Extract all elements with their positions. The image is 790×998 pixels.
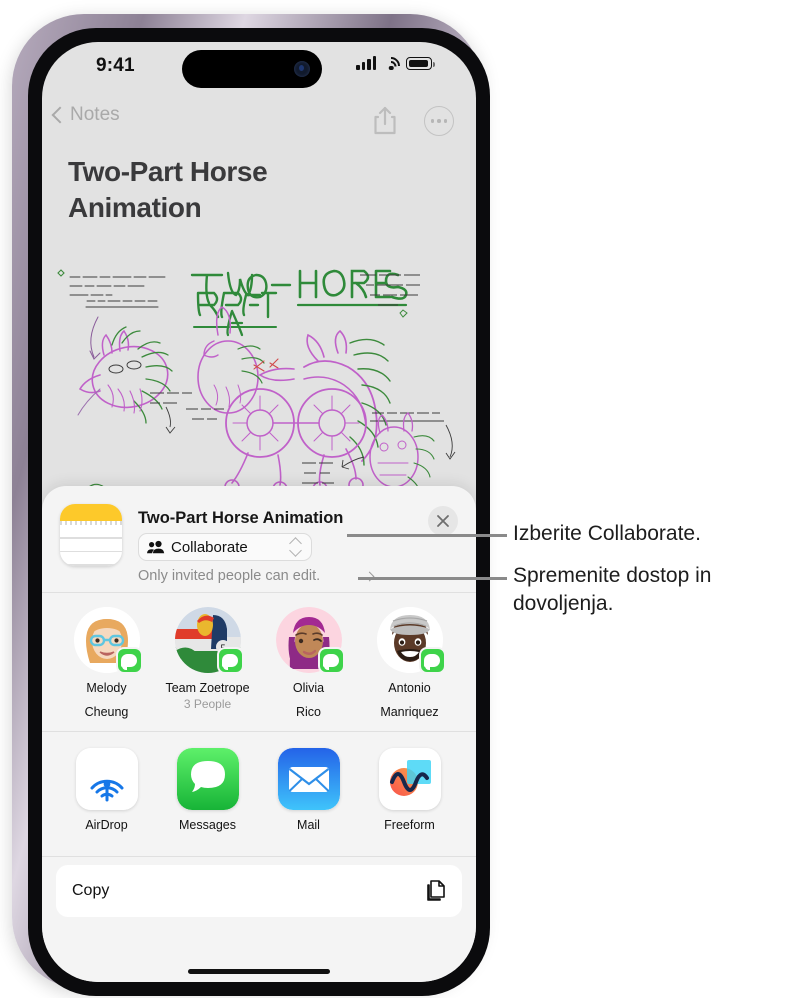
share-icon[interactable] [370, 104, 400, 138]
contact-item[interactable]: Olivia Rico [258, 607, 359, 731]
status-bar-indicators [356, 53, 435, 79]
close-button[interactable] [428, 506, 458, 536]
dynamic-island [182, 50, 322, 88]
contact-suggestions-row[interactable]: Melody Cheung Team Zoetrope 3 People Oli… [42, 593, 476, 731]
copy-label: Copy [72, 882, 110, 899]
permission-text[interactable]: Only invited people can edit. [138, 568, 320, 584]
contact-item[interactable]: Melody Cheung [56, 607, 157, 731]
signal-bars-icon [356, 56, 376, 70]
callout-text-1: Izberite Collaborate. [513, 522, 701, 545]
copy-icon [424, 879, 446, 903]
mail-icon [277, 748, 340, 810]
copy-action-row[interactable]: Copy [56, 865, 462, 917]
collaborate-dropdown[interactable]: Collaborate [138, 533, 312, 561]
app-label: Mail [297, 818, 320, 832]
front-camera-icon [294, 61, 310, 77]
back-button-label: Notes [70, 104, 120, 125]
messages-badge-icon [115, 647, 143, 674]
app-label: w [460, 818, 476, 832]
messages-icon [176, 748, 239, 810]
messages-badge-icon [216, 647, 244, 674]
navigation-bar: Notes [42, 96, 476, 146]
contact-item[interactable]: 5 Team Zoetrope 3 People [157, 607, 258, 731]
callout-leader-line-1 [347, 534, 507, 537]
contact-name: Melody [86, 681, 127, 695]
contact-name: Team Zoetrope [165, 681, 250, 695]
contact-name: Antonio [388, 681, 431, 695]
contact-item-partial[interactable]: P [460, 607, 476, 731]
share-apps-row[interactable]: AirDrop Messages Mail Freeform [42, 732, 476, 856]
note-title: Two-Part Horse Animation [68, 156, 268, 223]
contact-name: P [460, 681, 476, 697]
phone-screen: 9:41 Notes Two-Part Horse Animation Two-… [42, 42, 476, 982]
messages-badge-icon [317, 647, 345, 674]
contact-item[interactable]: Antonio Manriquez [359, 607, 460, 731]
app-label: Messages [179, 818, 236, 832]
callout-text-2: Spremenite dostop in dovoljenja. [513, 564, 712, 615]
freeform-icon [378, 748, 441, 810]
app-label: AirDrop [85, 818, 128, 832]
home-indicator [188, 969, 330, 974]
airdrop-icon [75, 748, 138, 810]
contact-name-line2: Rico [295, 704, 321, 719]
ellipsis-circle-icon[interactable] [424, 106, 454, 136]
status-bar-clock: 9:41 [96, 55, 135, 76]
phone-frame: 9:41 Notes Two-Part Horse Animation Two-… [12, 14, 490, 996]
back-button[interactable]: Notes [50, 104, 120, 126]
close-icon [437, 515, 449, 527]
notes-app-icon [60, 504, 122, 566]
status-bar: 9:41 [42, 42, 476, 96]
share-sheet-title: Two-Part Horse Animation [138, 509, 344, 527]
share-app-freeform[interactable]: Freeform [359, 748, 460, 856]
app-label: Freeform [384, 818, 435, 832]
share-app-partial[interactable]: w [460, 748, 476, 856]
wifi-icon [378, 53, 404, 79]
share-actions: Copy [42, 857, 476, 917]
messages-badge-icon [418, 647, 446, 674]
contact-subtitle: 3 People [183, 696, 232, 711]
contact-name-line2: Cheung [84, 704, 129, 719]
share-app-mail[interactable]: Mail [258, 748, 359, 856]
callout-leader-line-2 [358, 577, 507, 580]
contact-name: Olivia [292, 681, 325, 695]
up-down-chevron-icon [289, 537, 302, 557]
battery-icon [406, 57, 435, 70]
two-people-icon [147, 540, 165, 554]
share-sheet: Two-Part Horse Animation Collaborate Onl… [42, 486, 476, 982]
share-app-airdrop[interactable]: AirDrop [56, 748, 157, 856]
screenshot-root: 9:41 Notes Two-Part Horse Animation Two-… [0, 0, 790, 998]
collaborate-label: Collaborate [171, 538, 248, 556]
chevron-left-icon [51, 106, 69, 124]
share-app-messages[interactable]: Messages [157, 748, 258, 856]
contact-name-line2: Manriquez [380, 704, 439, 719]
